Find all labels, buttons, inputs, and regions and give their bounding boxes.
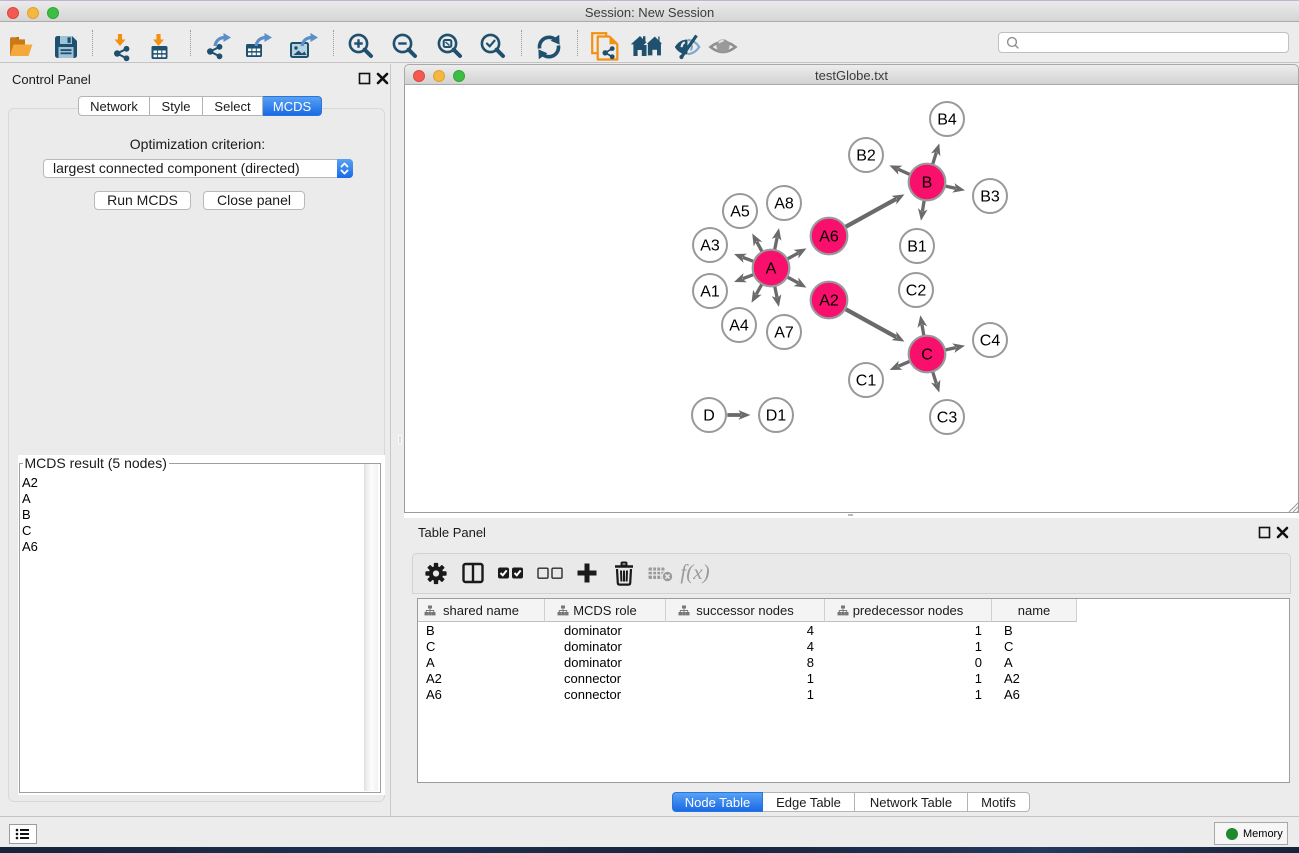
svg-text:C3: C3 (937, 410, 958, 427)
svg-text:C2: C2 (906, 283, 927, 300)
svg-text:A2: A2 (819, 293, 839, 310)
svg-text:B1: B1 (907, 239, 927, 256)
svg-text:D1: D1 (766, 408, 787, 425)
svg-text:A4: A4 (729, 318, 749, 335)
svg-text:A1: A1 (700, 284, 720, 301)
svg-text:f(x): f(x) (680, 560, 709, 584)
svg-text:A3: A3 (700, 238, 720, 255)
svg-text:A: A (766, 261, 777, 278)
svg-text:B3: B3 (980, 189, 1000, 206)
svg-text:B2: B2 (856, 148, 876, 165)
svg-text:C1: C1 (856, 373, 877, 390)
svg-text:C4: C4 (980, 333, 1001, 350)
svg-text:A5: A5 (730, 204, 750, 221)
svg-text:B4: B4 (937, 112, 957, 129)
svg-text:A8: A8 (774, 196, 794, 213)
svg-text:B: B (922, 175, 933, 192)
svg-text:A6: A6 (819, 229, 839, 246)
svg-text:C: C (921, 347, 933, 364)
svg-text:A7: A7 (774, 325, 794, 342)
svg-text:D: D (703, 408, 715, 425)
